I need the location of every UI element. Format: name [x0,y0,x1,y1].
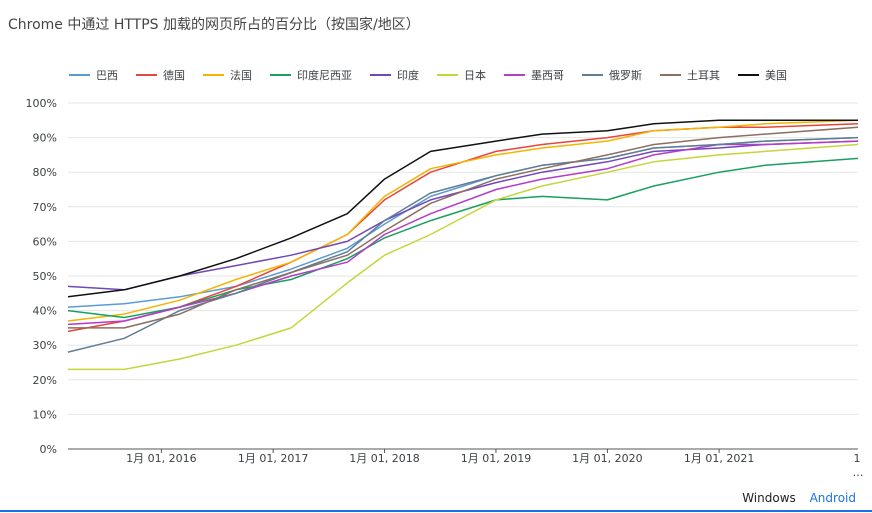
chart-legend: 巴西 德国 法国 印度尼西亚 印度 日本 墨西哥 俄罗斯 土耳其 美国 [69,68,787,82]
legend-label: 印度尼西亚 [297,68,352,82]
chart-grid [68,102,858,450]
tab-android[interactable]: Android [810,491,856,505]
x-tick-label: 1月 01, 2021 [684,452,754,465]
x-tick-label: 1月 01, 2018 [349,452,419,465]
series-line [67,119,859,322]
y-tick-label: 10% [33,408,57,421]
y-tick-label: 20% [33,374,57,387]
y-axis: 0% 10% 20% 30% 40% 50% 60% 70% 80% 90% 100% [26,97,57,456]
y-tick-label: 60% [33,235,57,248]
y-tick-label: 70% [33,201,57,214]
x-axis-overflow-marker: … [853,466,864,479]
platform-tabs: Windows Android [732,491,856,505]
legend-label: 日本 [464,68,486,82]
legend-label: 印度 [397,68,419,82]
y-tick-label: 100% [26,97,57,110]
y-tick-label: 30% [33,339,57,352]
legend-label: 法国 [230,68,252,82]
x-tick-label: 1月 01, 2019 [461,452,531,465]
x-tick-label: 1月 01, 2016 [126,452,196,465]
series-line [67,123,859,333]
line-chart: 巴西 德国 法国 印度尼西亚 印度 日本 墨西哥 俄罗斯 土耳其 美国 0% 10% 20% 30% 40… [26,68,864,479]
y-tick-label: 40% [33,305,57,318]
legend-label: 巴西 [96,69,118,82]
series-line [68,143,859,371]
series-line [67,140,859,291]
series-line [67,136,859,308]
y-tick-label: 80% [33,166,57,179]
series-line [67,157,859,319]
x-tick-label: 1月 01, 2017 [238,452,308,465]
selected-tab-indicator [0,510,872,512]
tab-windows[interactable]: Windows [742,491,796,505]
legend-label: 俄罗斯 [609,69,642,82]
y-tick-label: 90% [33,132,57,145]
legend-label: 德国 [163,68,185,82]
x-tick-label-truncated: 1 [854,452,861,465]
series-lines [67,119,859,371]
legend-label: 美国 [765,69,787,82]
legend-label: 墨西哥 [531,69,564,82]
y-tick-label: 0% [40,443,57,456]
x-axis: 1月 01, 2016 1月 01, 2017 1月 01, 2018 1月 01, … [126,449,754,465]
legend-label: 土耳其 [687,69,720,82]
x-tick-label: 1月 01, 2020 [572,452,642,465]
y-tick-label: 50% [33,270,57,283]
